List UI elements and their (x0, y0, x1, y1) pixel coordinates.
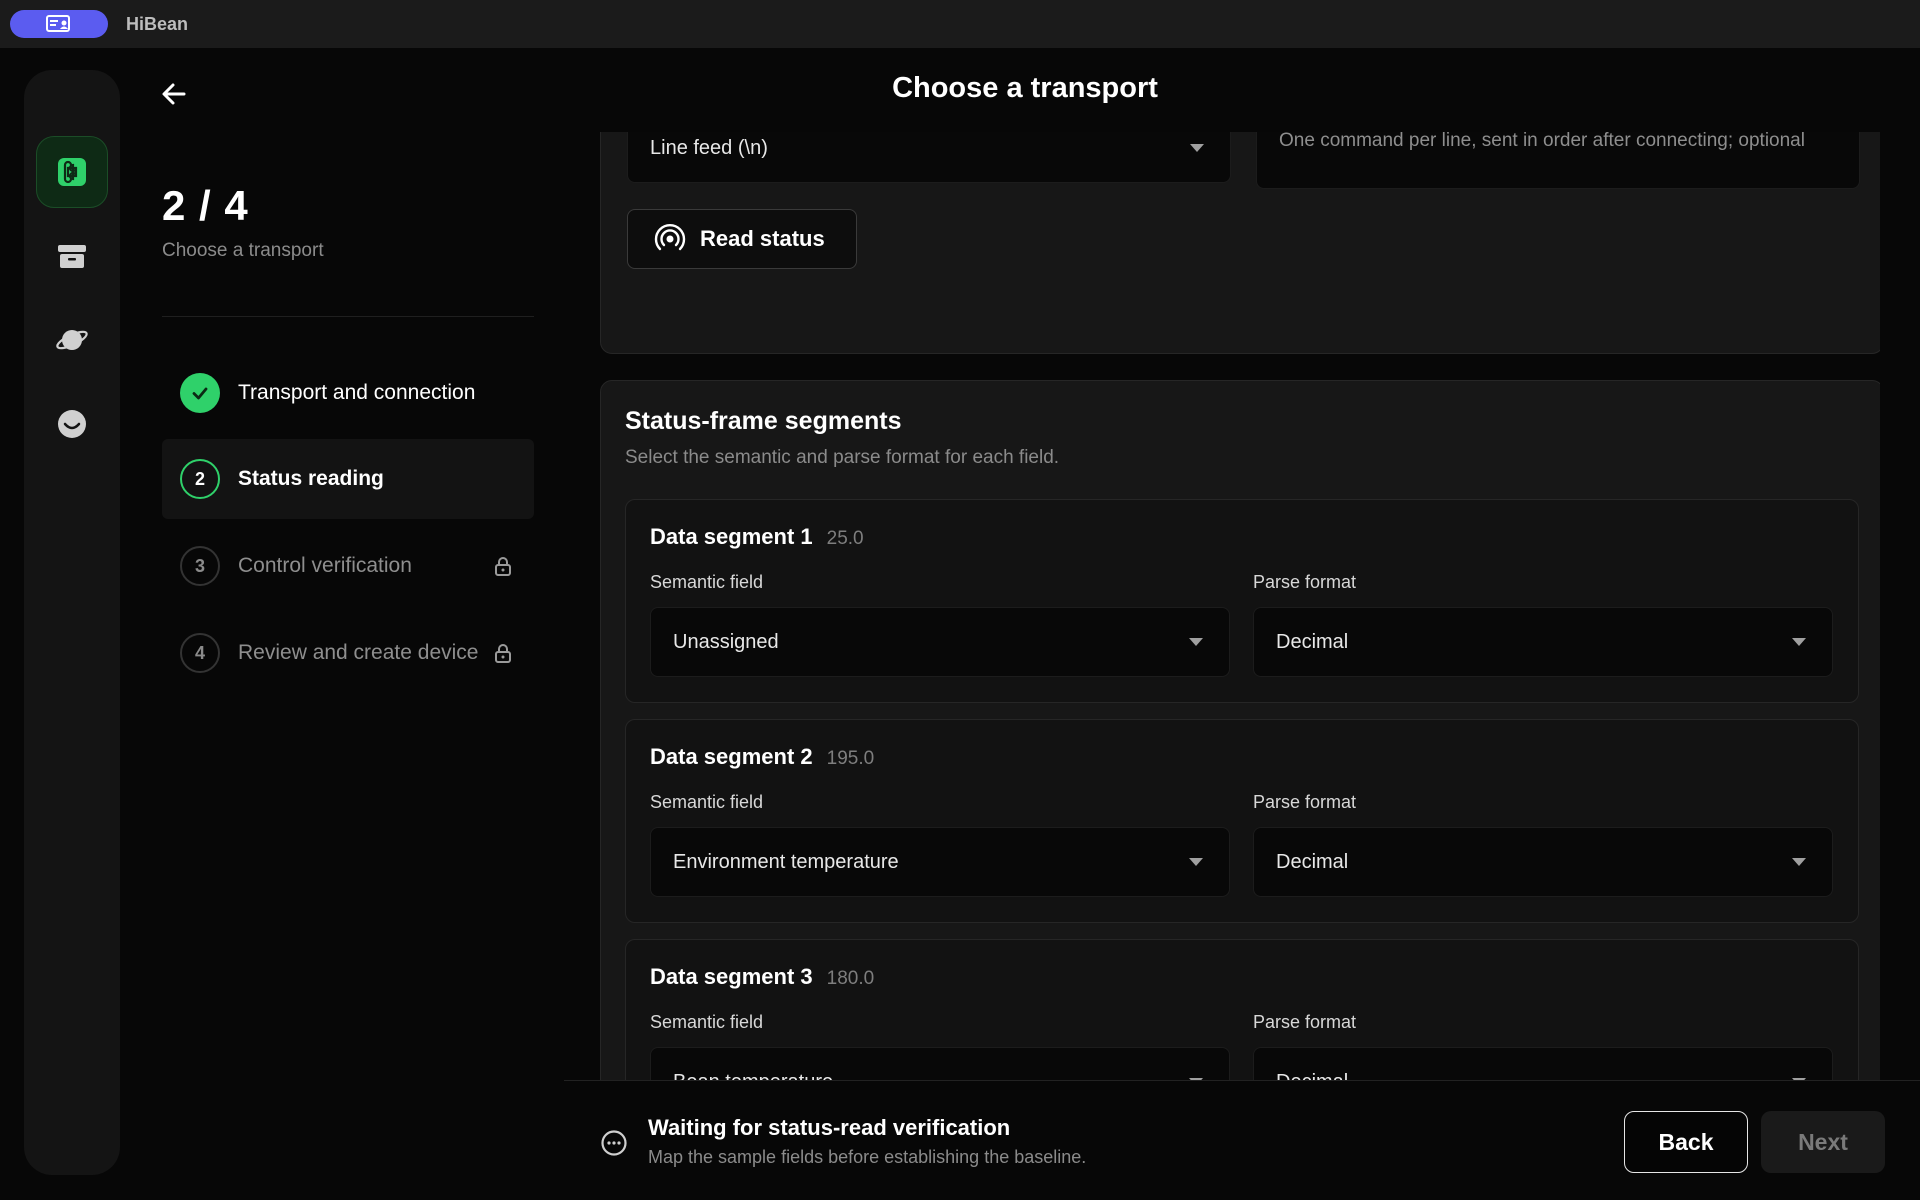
semantic-field-select[interactable]: Bean temperature (650, 1047, 1230, 1080)
data-segment-card: Data segment 3 180.0 Semantic field Parse… (625, 939, 1859, 1080)
back-button[interactable]: Back (1624, 1111, 1748, 1173)
status-frame-segments-card: Status-frame segments Select the semanti… (600, 380, 1880, 1080)
app-name: HiBean (126, 14, 189, 34)
step-status-reading[interactable]: 2 Status reading (162, 439, 534, 519)
parse-format-select[interactable]: Decimal (1253, 1047, 1833, 1080)
step-subtitle: Choose a transport (162, 240, 324, 261)
semantic-field-value: Bean temperature (673, 1071, 833, 1081)
archive-icon (58, 245, 86, 268)
init-commands-field[interactable]: One command per line, sent in order afte… (1256, 132, 1860, 189)
semantic-field-label: Semantic field (650, 1012, 764, 1032)
app-window: Choose a transport 2 / 4 Choose a transp… (0, 48, 1920, 1200)
segments-card-subtitle: Select the semantic and parse format for… (625, 447, 1060, 468)
title-bar: HiBean (0, 0, 1920, 48)
step-control-verification: 3 Control verification (162, 526, 534, 606)
parse-format-label: Parse format (1253, 1012, 1357, 1032)
back-arrow-button[interactable] (156, 76, 192, 112)
parse-format-value: Decimal (1276, 630, 1349, 653)
data-segment-card: Data segment 2 195.0 Semantic field Parse… (625, 719, 1859, 923)
rail-archive-button[interactable] (36, 220, 108, 292)
transport-settings-card: Line feed (\n) One command per line, sen… (600, 132, 1880, 354)
page-title: Choose a transport (892, 72, 1158, 104)
check-icon (192, 387, 208, 400)
semantic-field-value: Environment temperature (673, 850, 899, 873)
chevron-down-icon (1792, 638, 1806, 646)
footer-status-title: Waiting for status-read verification (648, 1115, 1011, 1140)
step-label: Control verification (238, 554, 412, 577)
nav-rail (24, 70, 120, 1175)
data-segment-card: Data segment 1 25.0 Semantic field Parse … (625, 499, 1859, 703)
more-circle-icon (601, 1130, 627, 1156)
step-done-badge (180, 373, 220, 413)
segment-sample-value: 25.0 (826, 528, 864, 549)
step-label: Transport and connection (238, 381, 476, 404)
read-status-button[interactable]: Read status (627, 209, 857, 269)
chevron-down-icon (1190, 144, 1204, 152)
lock-icon (495, 557, 511, 576)
content-scroll-area[interactable]: Line feed (\n) One command per line, sen… (560, 132, 1880, 1080)
lock-icon (495, 644, 511, 663)
step-label: Status reading (238, 467, 384, 490)
smile-icon (58, 410, 86, 438)
step-counter: 2 / 4 (162, 182, 249, 229)
parse-format-value: Decimal (1276, 850, 1349, 873)
semantic-field-label: Semantic field (650, 792, 764, 812)
semantic-field-label: Semantic field (650, 572, 764, 592)
semantic-field-select[interactable]: Environment temperature (650, 827, 1230, 897)
segments-card-title: Status-frame segments (625, 407, 902, 435)
footer-status-subtitle: Map the sample fields before establishin… (648, 1147, 1087, 1167)
steps-divider (162, 316, 534, 317)
command-icon (58, 158, 86, 186)
segment-sample-value: 180.0 (826, 968, 875, 989)
chevron-down-icon (1792, 858, 1806, 866)
line-ending-value: Line feed (\n) (650, 136, 768, 159)
window-switcher-button[interactable] (10, 10, 108, 38)
parse-format-select[interactable]: Decimal (1253, 827, 1833, 897)
back-arrow-icon (162, 83, 186, 105)
rail-devices-button[interactable] (36, 136, 108, 208)
segment-title: Data segment 2 195.0 (650, 744, 875, 769)
rail-profile-button[interactable] (36, 388, 108, 460)
segment-title: Data segment 1 25.0 (650, 524, 864, 549)
semantic-field-value: Unassigned (673, 630, 779, 653)
segment-title: Data segment 3 180.0 (650, 964, 875, 989)
semantic-field-select[interactable]: Unassigned (650, 607, 1230, 677)
parse-format-label: Parse format (1253, 572, 1357, 592)
segment-sample-value: 195.0 (826, 748, 875, 769)
chevron-down-icon (1189, 858, 1203, 866)
step-review-and-create-device: 4 Review and create device (162, 613, 534, 693)
rail-explore-button[interactable] (36, 304, 108, 376)
chevron-down-icon (1189, 638, 1203, 646)
step-transport-and-connection[interactable]: Transport and connection (162, 353, 534, 433)
parse-format-label: Parse format (1253, 792, 1357, 812)
planet-icon (56, 330, 88, 350)
parse-format-select[interactable]: Decimal (1253, 607, 1833, 677)
step-number-badge: 3 (180, 546, 220, 586)
broadcast-icon (654, 224, 686, 251)
line-ending-select[interactable]: Line feed (\n) (627, 132, 1231, 183)
step-number-badge: 2 (180, 459, 220, 499)
wizard-footer: Waiting for status-read verification Map… (564, 1080, 1920, 1200)
step-number-badge: 4 (180, 633, 220, 673)
parse-format-value: Decimal (1276, 1071, 1348, 1081)
read-status-label: Read status (700, 226, 825, 251)
init-commands-placeholder: One command per line, sent in order afte… (1279, 132, 1805, 151)
next-button[interactable]: Next (1761, 1111, 1885, 1173)
step-label: Review and create device (238, 641, 479, 664)
app-window-icon (46, 15, 70, 32)
